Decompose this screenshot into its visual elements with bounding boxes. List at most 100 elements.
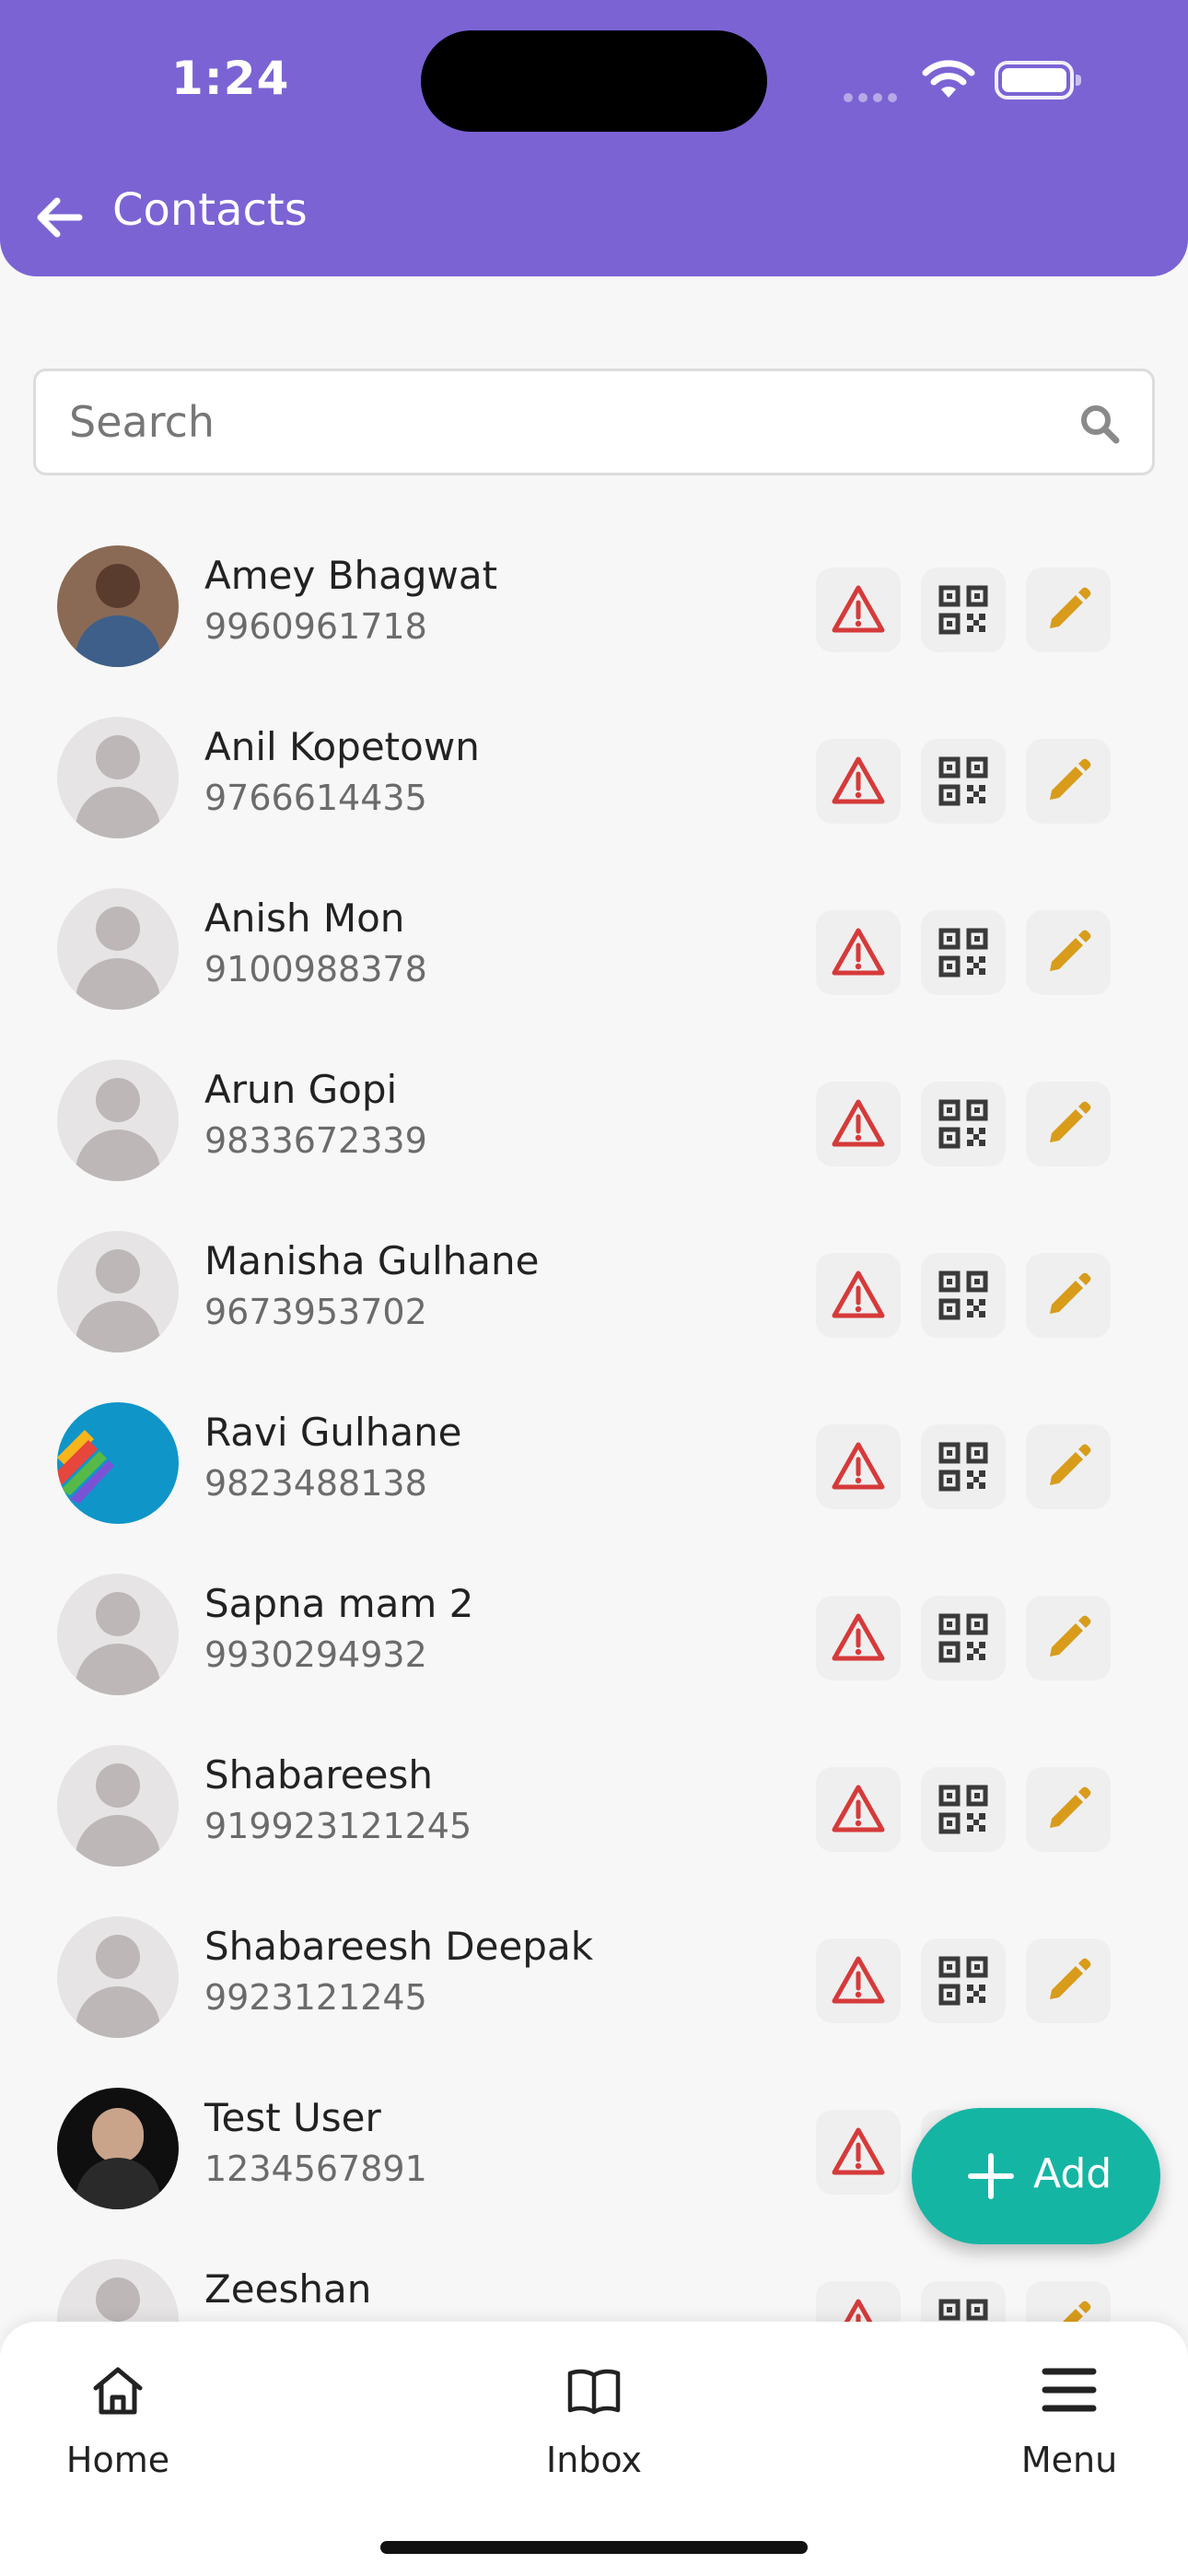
report-button[interactable] <box>816 1424 901 1509</box>
home-indicator <box>380 2541 808 2554</box>
qr-code-icon <box>938 2299 988 2321</box>
status-time: 1:24 <box>171 52 290 105</box>
contact-name: Shabareesh <box>204 1752 433 1797</box>
nav-menu[interactable]: Menu <box>977 2362 1161 2491</box>
contact-row[interactable]: Amey Bhagwat 9960961718 <box>0 521 1188 693</box>
contact-name: Arun Gopi <box>204 1067 398 1112</box>
bottom-nav: Home Inbox Menu <box>0 2322 1188 2576</box>
qr-code-button[interactable] <box>921 1767 1006 1852</box>
warning-icon <box>832 2127 885 2175</box>
contact-phone: 9833672339 <box>204 1120 427 1161</box>
contact-name: Anil Kopetown <box>204 724 480 769</box>
report-button[interactable] <box>816 739 901 824</box>
add-contact-button[interactable]: Add <box>912 2108 1160 2244</box>
pencil-icon <box>1050 1444 1091 1485</box>
wifi-icon <box>922 60 975 98</box>
avatar <box>57 545 179 667</box>
edit-button[interactable] <box>1026 1596 1111 1680</box>
edit-button[interactable] <box>1026 2281 1111 2322</box>
warning-icon <box>832 928 885 976</box>
page-title: Contacts <box>112 184 308 236</box>
contact-row[interactable]: Sapna mam 2 9930294932 <box>0 1550 1188 1721</box>
contact-row[interactable]: Shabareesh Deepak 9923121245 <box>0 1892 1188 2064</box>
qr-code-icon <box>938 1270 988 1320</box>
report-button[interactable] <box>816 1767 901 1852</box>
report-button[interactable] <box>816 1596 901 1680</box>
contact-row[interactable]: Manisha Gulhane 9673953702 <box>0 1207 1188 1378</box>
edit-button[interactable] <box>1026 1253 1111 1338</box>
warning-icon <box>832 756 885 804</box>
qr-code-button[interactable] <box>921 568 1006 652</box>
contact-phone: 1234567891 <box>204 2149 427 2189</box>
contact-name: Ravi Gulhane <box>204 1410 462 1455</box>
contact-name: Sapna mam 2 <box>204 1581 474 1626</box>
nav-inbox[interactable]: Inbox <box>502 2362 686 2491</box>
search-icon[interactable] <box>1078 403 1121 445</box>
qr-code-button[interactable] <box>921 1938 1006 2023</box>
edit-button[interactable] <box>1026 1424 1111 1509</box>
warning-icon <box>832 1613 885 1661</box>
contact-name: Test User <box>204 2095 381 2140</box>
nav-inbox-label: Inbox <box>546 2440 642 2480</box>
contact-phone: 9930294932 <box>204 1634 427 1675</box>
qr-code-button[interactable] <box>921 1424 1006 1509</box>
battery-icon <box>995 61 1081 100</box>
qr-code-button[interactable] <box>921 1253 1006 1338</box>
qr-code-icon <box>938 1956 988 2006</box>
dynamic-island <box>421 30 767 132</box>
edit-button[interactable] <box>1026 910 1111 995</box>
pencil-icon <box>1050 930 1091 971</box>
avatar-logo <box>57 1430 114 1504</box>
report-button[interactable] <box>816 1253 901 1338</box>
qr-code-icon <box>938 1613 988 1663</box>
qr-code-icon <box>938 928 988 978</box>
avatar <box>57 888 179 1010</box>
nav-home[interactable]: Home <box>26 2362 210 2491</box>
contact-phone: 9960961718 <box>204 606 427 647</box>
edit-button[interactable] <box>1026 1767 1111 1852</box>
qr-code-button[interactable] <box>921 1082 1006 1166</box>
report-button[interactable] <box>816 1938 901 2023</box>
edit-button[interactable] <box>1026 568 1111 652</box>
contact-row[interactable]: Shabareesh 919923121245 <box>0 1721 1188 1892</box>
contact-name: Shabareesh Deepak <box>204 1924 594 1969</box>
avatar <box>57 1745 179 1867</box>
contact-phone: 919923121245 <box>204 1806 472 1846</box>
avatar <box>57 1574 179 1695</box>
contact-row[interactable]: Ravi Gulhane 9823488138 <box>0 1378 1188 1550</box>
warning-icon <box>832 585 885 633</box>
edit-button[interactable] <box>1026 1082 1111 1166</box>
qr-code-button[interactable] <box>921 910 1006 995</box>
contact-row[interactable]: Arun Gopi 9833672339 <box>0 1036 1188 1207</box>
contact-phone: 9673953702 <box>204 1292 427 1332</box>
avatar <box>57 1060 179 1181</box>
contact-row[interactable]: Anish Mon 9100988378 <box>0 864 1188 1036</box>
contact-phone: 9823488138 <box>204 1463 427 1504</box>
report-button[interactable] <box>816 568 901 652</box>
contact-row[interactable]: Anil Kopetown 9766614435 <box>0 693 1188 864</box>
avatar <box>57 1402 179 1524</box>
pencil-icon <box>1050 1786 1091 1828</box>
report-button[interactable] <box>816 910 901 995</box>
report-button[interactable] <box>816 2110 901 2195</box>
edit-button[interactable] <box>1026 739 1111 824</box>
qr-code-button[interactable] <box>921 1596 1006 1680</box>
menu-icon <box>1042 2368 1097 2412</box>
warning-icon <box>832 1956 885 2004</box>
nav-home-label: Home <box>65 2440 170 2480</box>
edit-button[interactable] <box>1026 1938 1111 2023</box>
warning-icon <box>832 1442 885 1490</box>
contact-row[interactable]: Zeeshan <box>0 2235 1188 2322</box>
report-button[interactable] <box>816 1082 901 1166</box>
qr-code-icon <box>938 1785 988 1834</box>
add-button-label: Add <box>1033 2150 1112 2197</box>
report-button[interactable] <box>816 2281 901 2322</box>
back-arrow-icon[interactable] <box>33 192 85 243</box>
qr-code-button[interactable] <box>921 739 1006 824</box>
contact-list: Amey Bhagwat 9960961718 Anil Kopetown 97… <box>0 498 1188 2322</box>
home-icon <box>93 2367 143 2415</box>
pencil-icon <box>1050 758 1091 800</box>
contact-phone: 9100988378 <box>204 949 427 989</box>
search-input[interactable] <box>69 392 1045 452</box>
qr-code-button[interactable] <box>921 2281 1006 2322</box>
